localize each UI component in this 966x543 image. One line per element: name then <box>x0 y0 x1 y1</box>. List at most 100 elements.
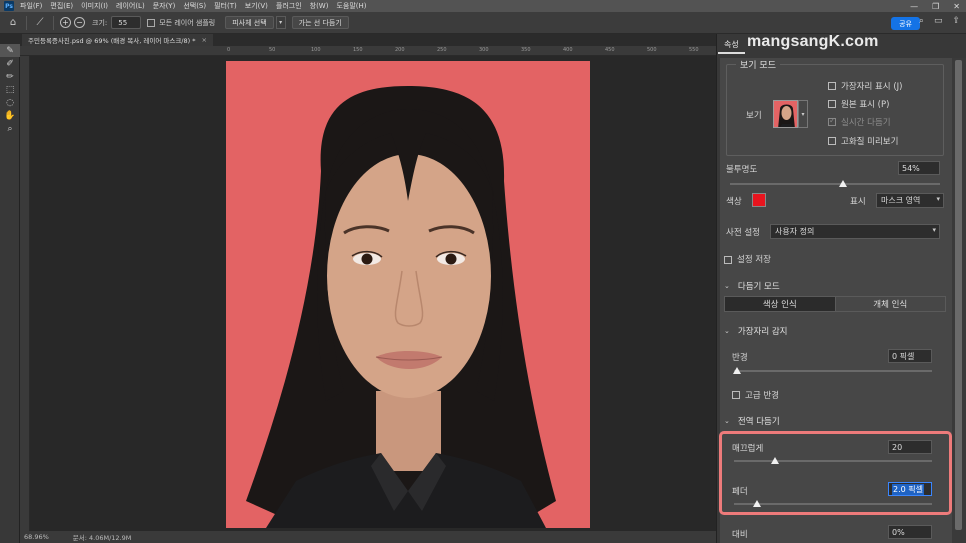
menu-type[interactable]: 문자(Y) <box>153 1 176 11</box>
save-settings-label: 설정 저장 <box>737 255 771 265</box>
menu-image[interactable]: 이미지(I) <box>81 1 108 11</box>
search-icon[interactable]: ⌕ <box>919 16 924 26</box>
display-label: 표시 <box>850 197 866 207</box>
portrait-photo[interactable] <box>226 61 590 528</box>
hq-preview-checkbox[interactable] <box>828 137 836 145</box>
contrast-label: 대비 <box>732 530 748 540</box>
tools-panel: ✎ ✐ ✏ ⬚ ◌ ✋ ⌕ <box>0 44 20 543</box>
show-edge-checkbox[interactable] <box>828 82 836 90</box>
chevron-down-icon: ▾ <box>936 195 940 203</box>
brush-preset-icon[interactable]: ⟋ <box>33 16 47 30</box>
radius-slider-track[interactable] <box>734 370 932 372</box>
refine-mode-section[interactable]: ⌄ 다듬기 모드 <box>724 280 780 292</box>
document-size[interactable]: 문서: 4.06M/12.9M <box>73 532 132 542</box>
ruler-tick-label: 400 <box>563 47 573 53</box>
panel-scroll-thumb[interactable] <box>955 60 962 530</box>
menu-file[interactable]: 파일(F) <box>20 1 42 11</box>
share-icon[interactable]: ⇪ <box>952 16 960 26</box>
menu-edit[interactable]: 편집(E) <box>50 1 73 11</box>
realtime-refine-label: 실시간 다듬기 <box>841 118 891 128</box>
options-bar: ⌂ ⟋ + − 크기: 55 모든 레이어 샘플링 피사체 선택 ▾ 가는 선 … <box>0 12 966 34</box>
realtime-refine-checkbox[interactable] <box>828 116 836 126</box>
divider <box>53 15 54 30</box>
chevron-down-icon[interactable]: ▾ <box>275 16 286 29</box>
divider <box>26 15 27 30</box>
menu-filter[interactable]: 필터(T) <box>214 1 237 11</box>
opacity-input[interactable]: 54% <box>898 161 940 175</box>
hq-preview-label: 고화질 미리보기 <box>841 137 899 147</box>
refine-edge-brush-icon[interactable]: ✐ <box>0 57 20 70</box>
object-selection-icon[interactable]: ⬚ <box>0 83 20 96</box>
select-subject-button[interactable]: 피사체 선택 <box>225 16 274 29</box>
opacity-slider-handle[interactable] <box>839 180 848 187</box>
ruler-tick-label: 350 <box>521 47 531 53</box>
menu-view[interactable]: 보기(V) <box>245 1 268 11</box>
show-original-label: 원본 표시 (P) <box>841 100 890 110</box>
close-tab-icon[interactable]: × <box>202 36 207 44</box>
home-icon[interactable]: ⌂ <box>6 16 20 30</box>
ruler-top: 0 50 100 150 200 250 300 350 400 450 500 550 <box>20 46 716 56</box>
menu-bar: Ps 파일(F) 편집(E) 이미지(I) 레이어(L) 문자(Y) 선택(S)… <box>0 0 966 12</box>
menu-window[interactable]: 창(W) <box>310 1 329 11</box>
workspace-icon[interactable]: ▭ <box>934 16 943 26</box>
view-label: 보기 <box>746 111 762 121</box>
ruler-tick-label: 550 <box>689 47 699 53</box>
global-refinements-section[interactable]: ⌄ 전역 다듬기 <box>724 415 780 427</box>
document-tabbar: 주민등록증사진.psd @ 69% (배경 복사, 레이어 마스크/8) * × <box>20 34 716 46</box>
quick-selection-brush-icon[interactable]: ✎ <box>0 44 20 57</box>
overlay-color-swatch[interactable] <box>752 193 766 207</box>
menu-help[interactable]: 도움말(H) <box>336 1 366 11</box>
add-mode-icon[interactable]: + <box>60 17 71 28</box>
refine-mode-toggle: 색상 인식 개체 인식 <box>724 296 946 312</box>
show-original-checkbox[interactable] <box>828 100 836 108</box>
zoom-tool-icon[interactable]: ⌕ <box>0 122 20 135</box>
sample-all-layers-label: 모든 레이어 샘플링 <box>159 18 216 27</box>
hand-tool-icon[interactable]: ✋ <box>0 109 20 122</box>
preset-select[interactable]: 사용자 정의 ▾ <box>770 224 940 239</box>
tab-properties[interactable]: 속성 <box>718 36 745 54</box>
edge-detection-title: 가장자리 감지 <box>737 327 788 337</box>
ruler-tick-label: 150 <box>353 47 363 53</box>
ruler-tick-label: 0 <box>227 47 231 53</box>
portrait-illustration <box>226 61 590 528</box>
chevron-down-icon[interactable]: ▾ <box>798 100 808 128</box>
document-tab-title: 주민등록증사진.psd @ 69% (배경 복사, 레이어 마스크/8) * <box>28 37 196 45</box>
refine-mode-title: 다듬기 모드 <box>737 282 780 292</box>
view-mode-title: 보기 모드 <box>736 58 780 71</box>
color-label: 색상 <box>726 197 742 207</box>
color-aware-button[interactable]: 색상 인식 <box>725 297 835 311</box>
minimize-icon[interactable]: — <box>910 2 918 11</box>
menu-layer[interactable]: 레이어(L) <box>116 1 145 11</box>
view-thumbnail[interactable] <box>773 100 798 128</box>
subtract-mode-icon[interactable]: − <box>74 17 85 28</box>
smart-radius-label: 고급 반경 <box>745 391 779 401</box>
ruler-tick-label: 200 <box>395 47 405 53</box>
display-select[interactable]: 마스크 영역 ▾ <box>876 193 944 208</box>
brush-tool-icon[interactable]: ✏ <box>0 70 20 83</box>
radius-slider-handle[interactable] <box>733 367 741 374</box>
menu-plugins[interactable]: 플러그인 <box>276 1 302 11</box>
radius-input[interactable]: 0 픽셀 <box>888 349 932 363</box>
edge-detection-section[interactable]: ⌄ 가장자리 감지 <box>724 325 788 337</box>
status-bar: 68.96% 문서: 4.06M/12.9M <box>20 531 716 543</box>
size-input[interactable]: 55 <box>111 16 142 29</box>
sample-all-layers-checkbox[interactable] <box>147 18 156 27</box>
lasso-tool-icon[interactable]: ◌ <box>0 96 20 109</box>
restore-icon[interactable]: ❐ <box>932 2 939 11</box>
radius-label: 반경 <box>732 353 748 363</box>
close-window-icon[interactable]: ✕ <box>953 2 960 11</box>
contrast-input[interactable]: 0% <box>888 525 932 539</box>
zoom-level[interactable]: 68.96% <box>24 533 49 541</box>
ruler-tick-label: 250 <box>437 47 447 53</box>
share-button[interactable]: 공유 <box>891 17 920 30</box>
opacity-slider-track[interactable] <box>730 183 940 185</box>
save-settings-checkbox[interactable] <box>724 256 732 264</box>
object-aware-button[interactable]: 개체 인식 <box>834 297 945 311</box>
refine-hair-button[interactable]: 가는 선 다듬기 <box>291 16 349 29</box>
ruler-left <box>20 56 30 531</box>
chevron-down-icon: ⌄ <box>724 417 730 425</box>
watermark: mangsangK.com <box>747 33 879 50</box>
smart-radius-checkbox[interactable] <box>732 391 740 399</box>
document-tab[interactable]: 주민등록증사진.psd @ 69% (배경 복사, 레이어 마스크/8) * × <box>22 34 213 46</box>
menu-select[interactable]: 선택(S) <box>183 1 206 11</box>
